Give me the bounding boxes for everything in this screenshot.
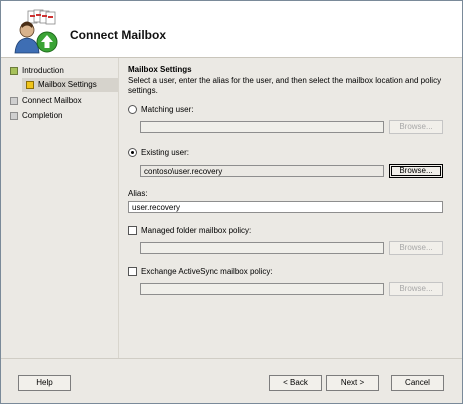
wizard-title: Connect Mailbox [70,28,167,42]
alias-label: Alias: [128,189,148,198]
connect-mailbox-wizard: Connect Mailbox Introduction Mailbox Set… [0,0,463,404]
existing-user-browse-button[interactable]: Browse... [389,164,443,178]
footer-divider [1,358,462,359]
activesync-checkbox[interactable] [128,267,137,276]
existing-user-field[interactable]: contoso\user.recovery [140,165,384,177]
managed-folder-checkbox[interactable] [128,226,137,235]
managed-folder-label: Managed folder mailbox policy: [141,226,252,235]
managed-folder-browse-button[interactable]: Browse... [389,241,443,255]
section-title: Mailbox Settings [128,65,192,74]
existing-user-label: Existing user: [141,148,190,157]
wizard-header: Connect Mailbox [1,1,462,58]
next-button[interactable]: Next > [326,375,379,391]
mailbox-user-icon [14,9,58,54]
alias-input[interactable]: user.recovery [128,201,443,213]
wizard-steps: Introduction Mailbox Settings Connect Ma… [1,58,118,358]
step-current-icon [26,81,34,89]
step-pending-icon [10,97,18,105]
back-button[interactable]: < Back [269,375,322,391]
activesync-label: Exchange ActiveSync mailbox policy: [141,267,273,276]
existing-user-radio[interactable] [128,148,137,157]
cancel-button[interactable]: Cancel [391,375,444,391]
help-button[interactable]: Help [18,375,71,391]
matching-user-radio[interactable] [128,105,137,114]
activesync-browse-button[interactable]: Browse... [389,282,443,296]
activesync-field[interactable] [140,283,384,295]
matching-user-browse-button[interactable]: Browse... [389,120,443,134]
managed-folder-field[interactable] [140,242,384,254]
matching-user-field[interactable] [140,121,384,133]
section-description: Select a user, enter the alias for the u… [128,76,442,95]
step-pending-icon [10,112,18,120]
step-done-icon [10,67,18,75]
matching-user-label: Matching user: [141,105,194,114]
mailbox-settings-panel: Mailbox Settings Select a user, enter th… [119,58,462,358]
